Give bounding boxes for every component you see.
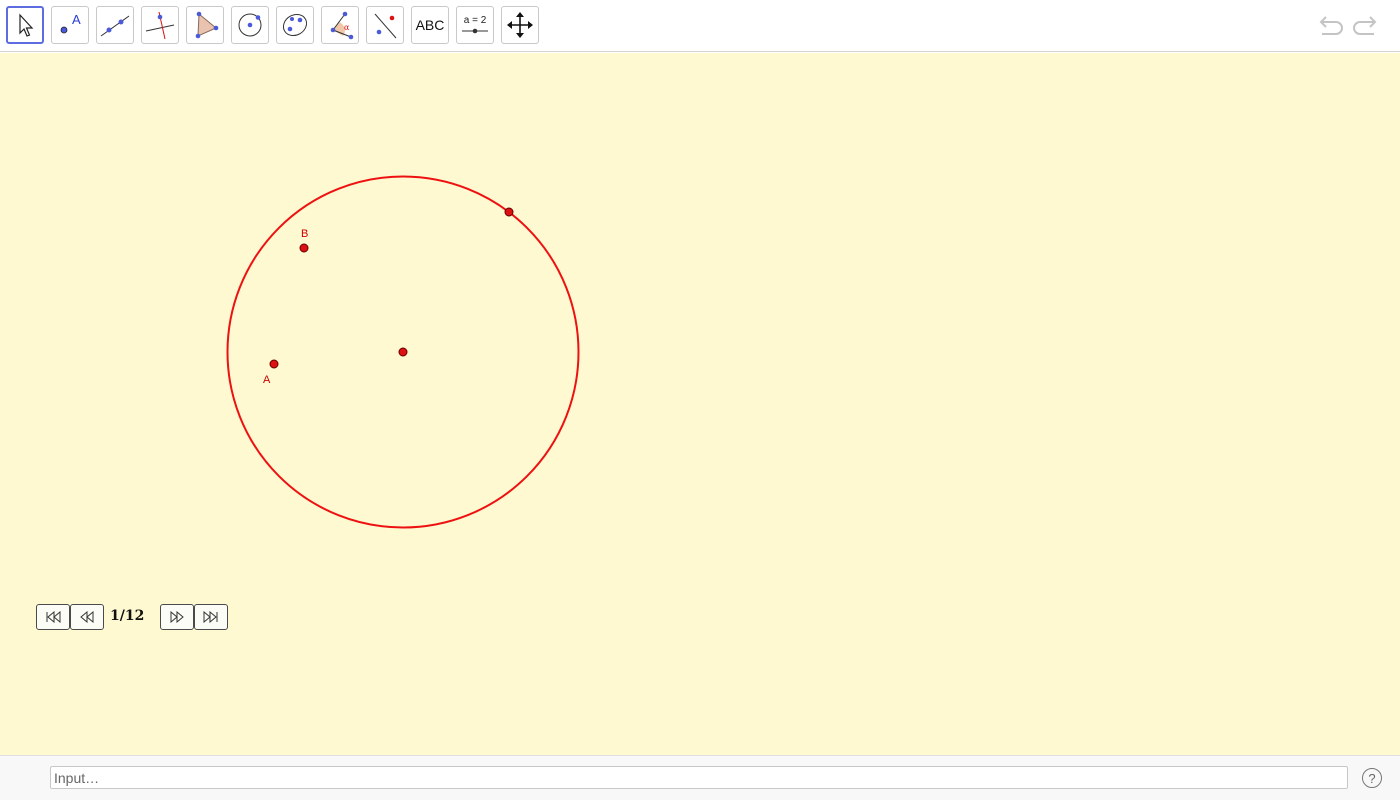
- redo-button[interactable]: [1352, 12, 1382, 40]
- algebra-input[interactable]: [50, 766, 1348, 789]
- previous-step-button[interactable]: [70, 604, 104, 630]
- help-button[interactable]: ?: [1362, 768, 1382, 788]
- slider-icon: a = 2: [462, 15, 488, 34]
- first-step-icon: [46, 611, 61, 623]
- angle-icon: α: [330, 11, 354, 40]
- point-b[interactable]: [299, 243, 309, 253]
- point-b-label: B: [301, 228, 309, 240]
- nav-forward-group: [160, 604, 228, 630]
- toolbar: A α ABC a = 2: [0, 0, 1400, 52]
- undo-button[interactable]: [1314, 12, 1344, 40]
- geometry-board: [226, 175, 580, 529]
- tool-slider[interactable]: a = 2: [456, 6, 494, 44]
- nav-back-group: [36, 604, 104, 630]
- move-graphics-view-icon: [507, 12, 533, 38]
- input-bar: ?: [0, 755, 1400, 800]
- graphics-view[interactable]: B A 1/12: [0, 53, 1400, 755]
- tool-move[interactable]: [6, 6, 44, 44]
- tool-reflect[interactable]: [366, 6, 404, 44]
- center-point[interactable]: [398, 347, 408, 357]
- angle-icon-symbol: α: [344, 23, 350, 32]
- tool-ellipse[interactable]: [276, 6, 314, 44]
- circle-point[interactable]: [504, 207, 514, 217]
- circle-center-point-icon: [238, 13, 262, 37]
- tool-move-graphics-view[interactable]: [501, 6, 539, 44]
- help-icon: ?: [1368, 770, 1376, 786]
- reflect-icon: [374, 13, 397, 39]
- redo-icon: [1353, 16, 1377, 35]
- step-counter: 1/12: [110, 608, 145, 624]
- move-arrow-icon: [19, 13, 34, 37]
- point-a-label: A: [263, 374, 271, 386]
- next-step-button[interactable]: [160, 604, 194, 630]
- slider-icon-text: a = 2: [464, 15, 487, 26]
- point-a[interactable]: [269, 359, 279, 369]
- ellipse-icon: [282, 13, 308, 37]
- tool-text[interactable]: ABC: [411, 6, 449, 44]
- perpendicular-line-icon: [145, 11, 175, 40]
- last-step-button[interactable]: [194, 604, 228, 630]
- tool-perpendicular-line[interactable]: [141, 6, 179, 44]
- tool-angle[interactable]: α: [321, 6, 359, 44]
- tool-line[interactable]: [96, 6, 134, 44]
- tool-polygon[interactable]: [186, 6, 224, 44]
- next-step-icon: [170, 611, 184, 623]
- previous-step-icon: [80, 611, 94, 623]
- tool-point[interactable]: A: [51, 6, 89, 44]
- point-icon: A: [60, 12, 81, 34]
- last-step-icon: [203, 611, 218, 623]
- undo-icon: [1319, 16, 1343, 35]
- tool-circle[interactable]: [231, 6, 269, 44]
- polygon-icon: [195, 11, 219, 39]
- line-icon: [100, 15, 130, 37]
- first-step-button[interactable]: [36, 604, 70, 630]
- text-icon: ABC: [415, 17, 445, 33]
- point-icon-letter: A: [72, 12, 81, 27]
